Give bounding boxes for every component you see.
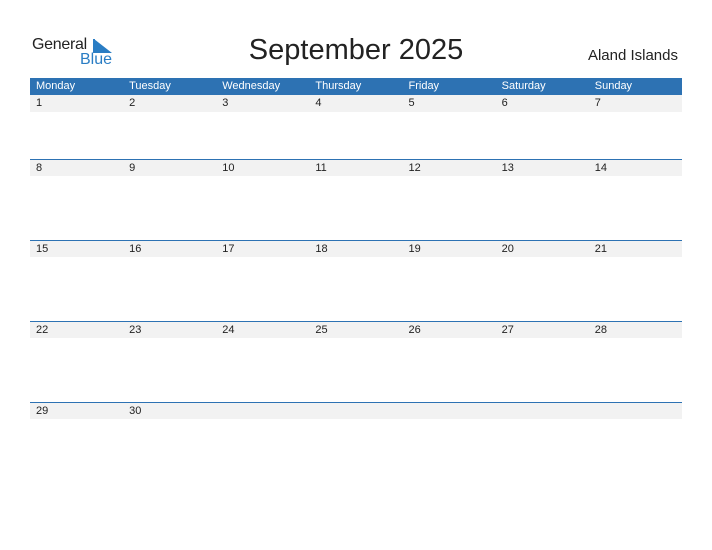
day-cell: 4 — [315, 97, 322, 109]
day-cell: 16 — [129, 243, 142, 255]
day-cell: 18 — [315, 243, 328, 255]
day-cell: 15 — [36, 243, 49, 255]
day-cell: 29 — [36, 405, 49, 417]
day-cell: 2 — [129, 97, 136, 109]
day-cell: 3 — [222, 97, 229, 109]
weekday-tuesday: Tuesday — [129, 80, 171, 92]
date-strip: 22 23 24 25 26 27 28 — [30, 321, 682, 338]
day-cell: 14 — [594, 162, 607, 174]
day-cell: 12 — [408, 162, 421, 174]
date-strip: 15 16 17 18 19 20 21 — [30, 240, 682, 257]
weekday-friday: Friday — [408, 80, 440, 92]
date-strip: 8 9 10 11 12 13 14 — [30, 159, 682, 176]
week-row: 15 16 17 18 19 20 21 — [30, 240, 682, 321]
day-cell — [496, 403, 589, 419]
day-cell — [216, 403, 309, 419]
day-cell: 13 — [501, 162, 514, 174]
day-cell: 28 — [594, 324, 607, 336]
weekday-saturday: Saturday — [501, 80, 546, 92]
day-cell: 5 — [408, 97, 415, 109]
day-cell: 10 — [222, 162, 235, 174]
day-cell: 24 — [222, 324, 235, 336]
day-cell: 17 — [222, 243, 235, 255]
weekday-header: Monday Tuesday Wednesday Thursday Friday… — [30, 78, 682, 95]
day-cell: 9 — [129, 162, 136, 174]
day-cell: 27 — [501, 324, 514, 336]
day-cell: 7 — [594, 97, 601, 109]
weekday-sunday: Sunday — [594, 80, 633, 92]
day-cell: 26 — [408, 324, 421, 336]
week-row: 22 23 24 25 26 27 28 — [30, 321, 682, 402]
day-cell: 19 — [408, 243, 421, 255]
date-strip: 1 2 3 4 5 6 7 — [30, 95, 682, 112]
weekday-thursday: Thursday — [315, 80, 362, 92]
day-cell: 20 — [501, 243, 514, 255]
day-cell — [403, 403, 496, 419]
week-row: 29 30 — [30, 402, 682, 483]
weekday-wednesday: Wednesday — [222, 80, 281, 92]
weekday-monday: Monday — [36, 80, 76, 92]
day-cell: 22 — [36, 324, 49, 336]
day-cell: 21 — [594, 243, 607, 255]
day-cell — [309, 403, 402, 419]
day-cell — [589, 403, 682, 419]
calendar-grid: Monday Tuesday Wednesday Thursday Friday… — [30, 78, 682, 483]
day-cell: 1 — [36, 97, 43, 109]
day-cell: 11 — [315, 162, 327, 174]
day-cell: 6 — [501, 97, 508, 109]
week-row: 8 9 10 11 12 13 14 — [30, 159, 682, 240]
day-cell: 23 — [129, 324, 142, 336]
date-strip: 29 30 — [30, 402, 682, 419]
day-cell: 25 — [315, 324, 328, 336]
day-cell: 8 — [36, 162, 43, 174]
day-cell: 30 — [129, 405, 142, 417]
country-label: Aland Islands — [587, 47, 678, 64]
week-row: 1 2 3 4 5 6 7 — [30, 95, 682, 159]
